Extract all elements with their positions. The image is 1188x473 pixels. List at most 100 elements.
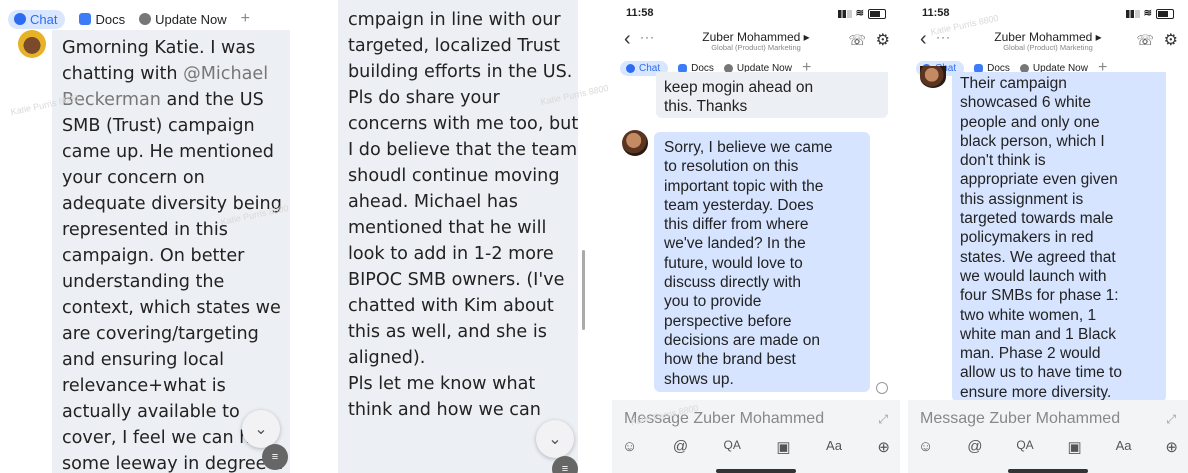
message-line: this. Thanks [664,98,748,116]
message-line: how the brand best [664,351,796,369]
expand-icon[interactable]: ⤢ [878,412,888,427]
message-line: Gmorning Katie. I was [62,38,256,58]
message-line: mentioned that he will [348,218,547,238]
wifi-icon: ≋ [855,8,864,19]
read-status-icon [876,382,888,394]
mention[interactable]: @Michael [183,64,268,84]
list-icon: ≡ [271,451,279,463]
message-line: team yesterday. Does [664,196,814,214]
signal-icon [837,9,852,18]
message-line: this as well, and she is [348,322,547,342]
message-line: policymakers in red [960,229,1094,247]
battery-icon [868,8,886,19]
message-line: don't think is [960,152,1046,170]
message-composer: Message Zuber Mohammed ⤢ ☺ @ QA ▣ Aa ⊕ [908,400,1188,473]
docs-icon [79,13,92,25]
message-line: we've landed? In the [664,235,806,253]
status-bar: 11:58 ≋ [908,0,1188,22]
message-line: your concern on [62,168,205,188]
battery-icon [1156,8,1174,19]
tab-update-now[interactable]: Update Now [139,12,227,27]
emoji-icon[interactable]: ☺ [622,438,637,456]
message-line: black person, which I [960,132,1105,150]
message-line: aligned). [348,348,426,368]
message-line: BIPOC SMB owners. (I've [348,270,565,290]
tab-docs[interactable]: Docs [79,12,125,27]
message-line: think and how we can [348,400,541,420]
message-text: Gmorning Katie. I was chatting with @Mich… [62,35,283,473]
image-icon[interactable]: ▣ [1068,438,1082,456]
avatar[interactable] [622,130,648,156]
list-icon: ≡ [561,463,569,473]
message-line: discuss directly with [664,274,801,292]
message-text: cmpaign in line with our targeted, locali… [348,7,578,423]
message-line: we would launch with [960,267,1107,285]
message-line: shoudl continue moving [348,166,560,186]
message-line: I do believe that the team [348,140,578,160]
message-line: two white women, 1 [960,306,1097,324]
qa-icon[interactable]: QA [1016,438,1033,456]
message-line: showcased 6 white [960,94,1091,112]
screenshot-panel-1: Chat Docs Update Now + Gmorning Katie. I… [0,0,296,473]
call-icon[interactable]: ☏ [848,32,866,49]
message-line: cmpaign in line with our [348,10,561,30]
message-line: context, which states we [62,298,281,318]
message-line: perspective before [664,312,792,330]
message-line: people and only one [960,113,1100,131]
message-line: future, would love to [664,254,803,272]
message-line: Pls let me know what [348,374,536,394]
message-line: targeted, localized Trust [348,36,560,56]
signal-icon [1125,9,1140,18]
message-line: relevance+what is [62,376,226,396]
quick-action-button[interactable]: ≡ [262,444,288,470]
status-bar: 11:58 ≋ [612,0,900,22]
message-line: chatting with @Michael [62,64,269,84]
scroll-down-button[interactable]: ⌄ [242,410,280,448]
scroll-down-button[interactable]: ⌄ [536,420,574,458]
chevron-down-icon: ⌄ [254,421,268,438]
avatar[interactable] [18,30,46,58]
qa-icon[interactable]: QA [724,438,741,456]
gear-icon[interactable]: ⚙ [1164,30,1178,50]
message-line: states. We agreed that [960,248,1116,266]
add-icon[interactable]: ⊕ [877,438,890,456]
mention-icon[interactable]: @ [673,438,688,456]
message-line: important topic with the [664,177,824,195]
reply-text: Their campaign showcased 6 white people an… [960,74,1122,402]
update-icon [139,13,152,25]
message-line: white man and 1 Black [960,325,1116,343]
message-line: Beckerman and the US [62,90,264,110]
emoji-icon[interactable]: ☺ [918,438,933,456]
message-line: building efforts in the US. [348,62,573,82]
message-input[interactable]: Message Zuber Mohammed [920,410,1120,428]
message-line: Their campaign [960,75,1067,92]
home-indicator [716,469,796,473]
expand-icon[interactable]: ⤢ [1166,412,1176,427]
image-icon[interactable]: ▣ [776,438,790,456]
message-line: campaign. On better [62,246,245,266]
tab-chat[interactable]: Chat [8,9,66,29]
message-line: four SMBs for phase 1: [960,287,1119,305]
text-format-icon[interactable]: Aa [826,438,842,456]
message-line: this differ from where [664,216,809,234]
message-line: allow us to have time to [960,364,1122,382]
chat-icon [626,63,635,73]
message-line: man. Phase 2 would [960,345,1101,363]
screenshot-panel-3: 11:58 ≋ ‹ ··· Zuber Mohammed ▸ Global (P… [612,0,900,473]
message-line: appropriate even given [960,171,1118,189]
avatar[interactable] [920,66,946,88]
call-icon[interactable]: ☏ [1136,32,1154,49]
scrollbar[interactable] [582,250,585,330]
add-tab-button[interactable]: + [241,10,250,28]
message-line: and ensuring local [62,350,225,370]
chevron-down-icon: ⌄ [548,431,562,448]
text-format-icon[interactable]: Aa [1116,438,1132,456]
message-line: you to provide [664,293,762,311]
previous-message-text: keep mogin ahead on this. Thanks [664,78,813,117]
message-line: are covering/targeting [62,324,259,344]
message-line: chatted with Kim about [348,296,554,316]
message-line: decisions are made on [664,331,820,349]
add-icon[interactable]: ⊕ [1165,438,1178,456]
mention-icon[interactable]: @ [967,438,982,456]
gear-icon[interactable]: ⚙ [876,30,890,50]
